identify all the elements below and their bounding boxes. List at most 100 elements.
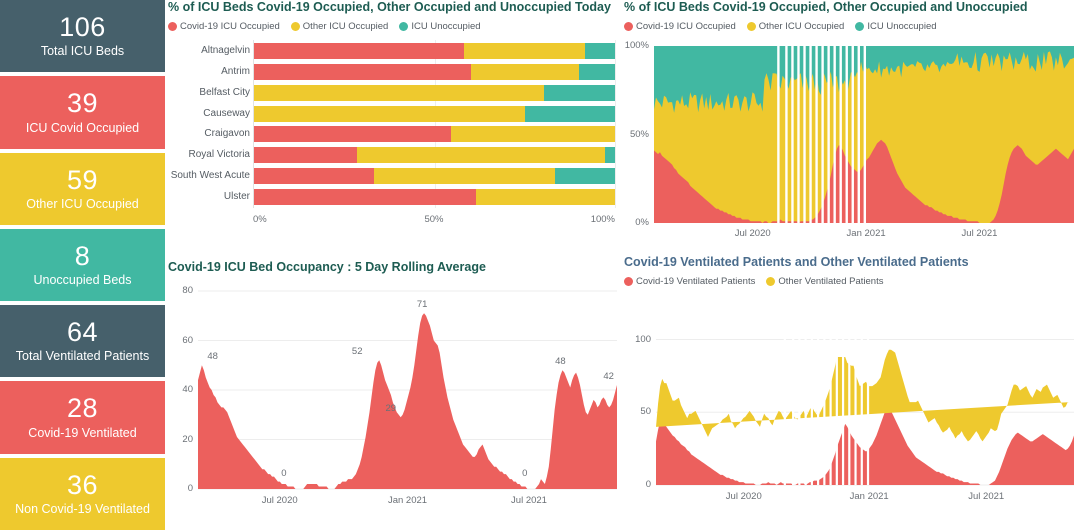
kpi-label: Total ICU Beds [40, 44, 125, 59]
hbar-category-label: South West Acute [170, 170, 250, 182]
hbar-segment[interactable] [554, 168, 615, 185]
x-axis-tick: Jul 2021 [968, 491, 1005, 502]
x-axis-tick: Jan 2021 [387, 495, 428, 506]
missing-data-gap [777, 46, 780, 223]
data-label: 0 [522, 467, 528, 479]
legend-item[interactable]: ICU Unoccupied [399, 21, 481, 32]
hbar-rows [254, 43, 615, 205]
hbar-row[interactable] [254, 43, 615, 59]
hbar-segment[interactable] [604, 147, 615, 164]
ventilated-stacked-area-svg [656, 325, 1074, 486]
hbar-category-label: Belfast City [199, 86, 250, 98]
hbar-category-label: Ulster [223, 190, 250, 202]
legend-label: ICU Unoccupied [411, 21, 481, 32]
y-axis-tick: 100% [624, 40, 649, 51]
missing-data-gap [829, 325, 832, 485]
hbar-segment[interactable] [254, 168, 375, 185]
missing-data-gap [810, 325, 813, 485]
area-series[interactable] [656, 407, 1074, 485]
missing-data-gap [785, 46, 788, 223]
hbar-segment[interactable] [578, 63, 615, 80]
hbar-row[interactable] [254, 168, 615, 185]
legend-item[interactable]: Covid-19 Ventilated Patients [624, 276, 755, 287]
area-series[interactable] [656, 349, 1070, 442]
kpi-tile-total-icu-beds[interactable]: 106 Total ICU Beds [0, 0, 165, 73]
missing-data-gap [857, 46, 860, 223]
data-label: 52 [351, 346, 363, 358]
hbar-segment[interactable] [254, 188, 476, 205]
data-label: 48 [207, 351, 218, 363]
kpi-tile-total-ventilated-patients[interactable]: 64 Total Ventilated Patients [0, 305, 165, 378]
legend-item[interactable]: ICU Unoccupied [855, 21, 937, 32]
hbar-segment[interactable] [254, 63, 472, 80]
missing-data-gap [783, 325, 786, 485]
hbar-segment[interactable] [584, 43, 615, 59]
panel-icu-beds-today: % of ICU Beds Covid-19 Occupied, Other O… [168, 0, 623, 258]
missing-data-gap [835, 325, 838, 485]
hbar-row[interactable] [254, 147, 615, 164]
hbar-row[interactable] [254, 105, 615, 122]
kpi-label: Unoccupied Beds [33, 273, 132, 288]
kpi-label: Total Ventilated Patients [15, 349, 150, 364]
legend-item[interactable]: Other ICU Occupied [746, 21, 845, 32]
legend-swatch-icon [624, 277, 633, 286]
hbar-segment[interactable] [254, 126, 451, 143]
missing-data-gap [821, 46, 824, 223]
legend-item[interactable]: Other ICU Occupied [290, 21, 388, 32]
hbar-segment[interactable] [450, 126, 615, 143]
legend-item[interactable]: Covid-19 ICU Occupied [624, 21, 736, 32]
hbar-row[interactable] [254, 126, 615, 143]
missing-data-gap [823, 325, 826, 485]
kpi-tile-icu-covid-occupied[interactable]: 39 ICU Covid Occupied [0, 76, 165, 149]
kpi-tile-non-covid-19-ventilated[interactable]: 36 Non Covid-19 Ventilated [0, 457, 165, 530]
legend-label: Other ICU Occupied [758, 21, 845, 32]
x-axis-tick: Jul 2021 [511, 495, 547, 506]
y-axis-tick: 50 [640, 406, 651, 418]
legend-swatch-icon [624, 22, 633, 31]
hbar-category-label: Altnagelvin [201, 45, 250, 56]
legend-swatch-icon [399, 22, 409, 31]
missing-data-gap [791, 46, 794, 223]
x-axis-tick: Jul 2020 [734, 228, 771, 239]
page-title-icu-beds-timeseries: % of ICU Beds Covid-19 Occupied, Other O… [624, 0, 1028, 14]
kpi-value: 28 [66, 393, 99, 424]
kpi-value: 36 [66, 469, 99, 500]
area-chart-icu-occupancy: 80 60 40 20 0 Jul 2020 Jan 2021 Jul 2021 48 0 52 29… [168, 283, 623, 511]
missing-data-gap [851, 46, 854, 223]
hbar-segment[interactable] [525, 105, 615, 122]
missing-data-gap [833, 46, 836, 223]
data-label: 29 [385, 403, 397, 415]
hbar-segment[interactable] [254, 147, 358, 164]
page-title-icu-beds-today: % of ICU Beds Covid-19 Occupied, Other O… [168, 0, 611, 14]
hbar-segment[interactable] [543, 84, 615, 101]
stacked-percent-area-svg [654, 46, 1074, 224]
missing-data-gap [860, 325, 863, 485]
area-chart-icu-beds-pct: 100% 50% 0% Jul 2020 Jan 2021 Jul 2021 [624, 40, 1080, 245]
hbar-segment[interactable] [254, 84, 544, 101]
missing-data-gap [827, 46, 830, 223]
hbar-segment[interactable] [254, 105, 526, 122]
hbar-row[interactable] [254, 84, 615, 101]
hbar-row[interactable] [254, 63, 615, 80]
area-series[interactable] [198, 313, 617, 489]
legend-item[interactable]: Other Ventilated Patients [766, 276, 883, 287]
hbar-segment[interactable] [357, 147, 605, 164]
legend-item[interactable]: Covid-19 ICU Occupied [168, 21, 280, 32]
kpi-tile-covid-19-ventilated[interactable]: 28 Covid-19 Ventilated [0, 381, 165, 454]
page-title-ventilated-patients: Covid-19 Ventilated Patients and Other V… [624, 255, 969, 269]
hbar-segment[interactable] [471, 63, 579, 80]
x-axis-tick: Jul 2020 [261, 495, 298, 506]
missing-data-gap [848, 325, 851, 485]
hbar-row[interactable] [254, 188, 615, 205]
hbar-segment[interactable] [464, 43, 585, 59]
hbar-segment[interactable] [254, 43, 465, 59]
legend-icu-beds-today: Covid-19 ICU Occupied Other ICU Occupied I… [168, 21, 623, 32]
missing-data-gap [809, 46, 812, 223]
kpi-tile-unoccupied-beds[interactable]: 8 Unoccupied Beds [0, 228, 165, 302]
hbar-plot-area [253, 40, 616, 208]
x-axis-tick: Jan 2021 [849, 491, 889, 502]
kpi-tile-other-icu-occupied[interactable]: 59 Other ICU Occupied [0, 152, 165, 225]
legend-icu-beds-timeseries: Covid-19 ICU Occupied Other ICU Occupied I… [624, 21, 1080, 32]
hbar-segment[interactable] [476, 188, 615, 205]
hbar-segment[interactable] [374, 168, 555, 185]
